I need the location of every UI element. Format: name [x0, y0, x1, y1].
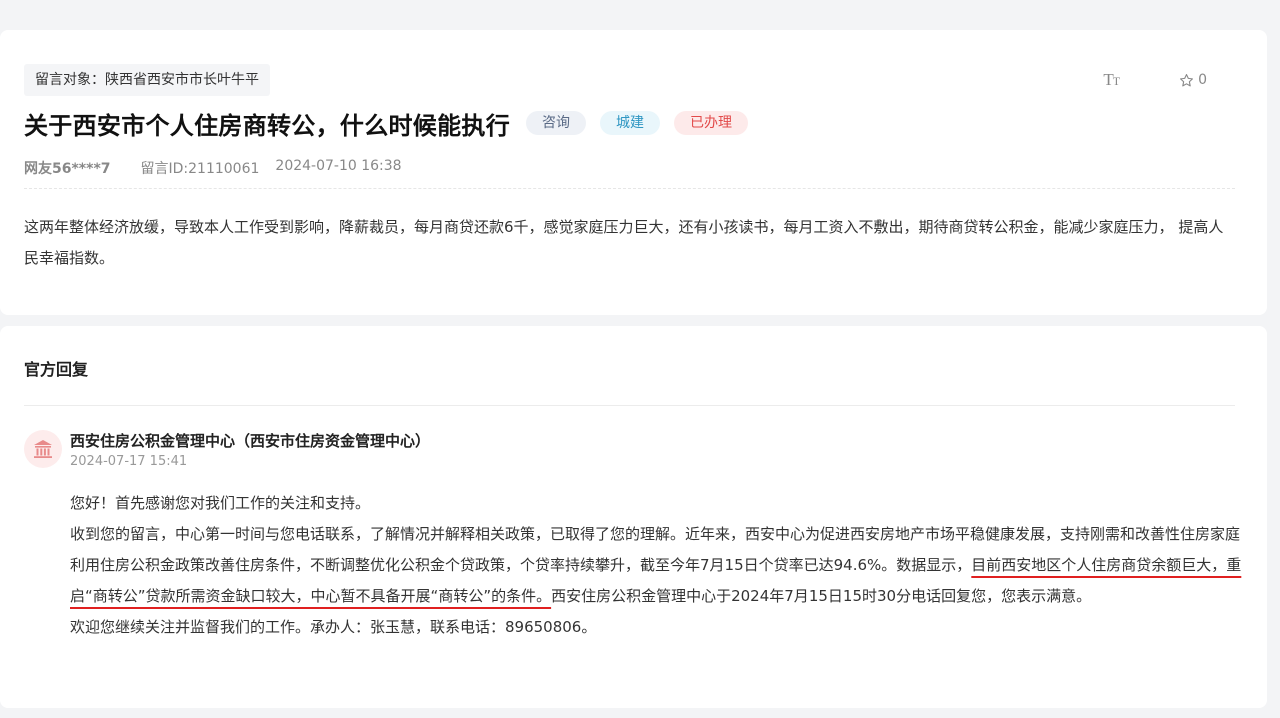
message-target-tag: 留言对象：陕西省西安市市长叶牛平 [24, 64, 270, 96]
message-id: 留言ID:21110061 [140, 161, 260, 177]
favorite-count: 0 [1198, 72, 1207, 88]
message-meta: 网友56****7 留言ID:21110061 2024-07-10 16:38 [24, 158, 402, 178]
star-icon [1180, 73, 1194, 86]
meta-divider [24, 188, 1235, 189]
author-name[interactable]: 网友56****7 [24, 158, 111, 178]
reply-paragraph: 收到您的留言，中心第一时间与您电话联系，了解情况并解释相关政策，已取得了您的理解… [70, 519, 1242, 612]
message-content: 这两年整体经济放缓，导致本人工作受到影响，降薪裁员，每月商贷还款6千，感觉家庭压… [24, 218, 1224, 267]
reply-divider [24, 405, 1235, 406]
tag-consult[interactable]: 咨询 [526, 111, 586, 135]
font-size-icon[interactable]: TT [1103, 70, 1120, 90]
official-reply-card: 官方回复 西安住房公积金管理中心（西安市住房资金管理中心） 2024-07-17… [0, 326, 1267, 708]
reply-text-after: 西安住房公积金管理中心于2024年7月15日15时30分电话回复您，您表示满意。 [551, 587, 1092, 605]
favorite-button[interactable]: 0 [1179, 72, 1207, 88]
government-building-icon [34, 440, 52, 458]
page-title: 关于西安市个人住房商转公，什么时候能执行 [24, 111, 510, 140]
reply-closing: 欢迎您继续关注并监督我们的工作。承办人：张玉慧，联系电话：89650806。 [70, 618, 597, 636]
reply-greeting: 您好！首先感谢您对我们工作的关注和支持。 [70, 494, 371, 512]
reply-org-name: 西安住房公积金管理中心（西安市住房资金管理中心） [70, 432, 431, 450]
reply-date: 2024-07-17 15:41 [70, 454, 188, 469]
reply-body: 您好！首先感谢您对我们工作的关注和支持。 收到您的留言，中心第一时间与您电话联系… [70, 488, 1242, 643]
avatar [24, 430, 62, 468]
reply-heading: 官方回复 [24, 360, 89, 379]
tag-urban-construction[interactable]: 城建 [600, 111, 660, 135]
message-card: 留言对象：陕西省西安市市长叶牛平 TT 0 关于西安市个人住房商转公，什么时候能… [0, 30, 1267, 315]
status-badge: 已办理 [674, 111, 748, 135]
message-datetime: 2024-07-10 16:38 [275, 158, 402, 174]
title-row: 关于西安市个人住房商转公，什么时候能执行 咨询 城建 已办理 [24, 106, 748, 140]
message-tools: TT 0 [1103, 70, 1207, 90]
